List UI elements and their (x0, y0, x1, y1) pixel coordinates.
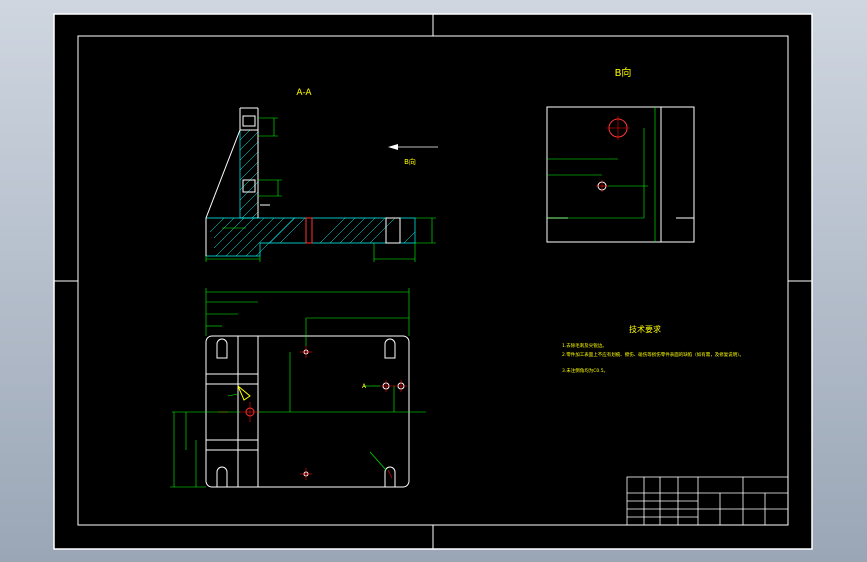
drawing-sheet: A-A B向 B向 A 技术要求 1.去除毛刺及尖锐边。 2.零件加工表面上不应… (53, 13, 813, 550)
view-b-title: B向 (615, 66, 632, 79)
requirement-1: 1.去除毛刺及尖锐边。 (562, 342, 607, 349)
requirement-3: 3.未注倒角均为C0.5。 (562, 367, 608, 374)
requirement-2: 2.零件加工表面上不应有划痕、擦伤、碰伤等损伤零件表面的缺陷（如有需，及修复说明… (562, 351, 744, 358)
requirements-title: 技术要求 (629, 324, 661, 334)
paper-background (53, 13, 813, 550)
arrow-label: B向 (404, 157, 416, 166)
section-title: A-A (296, 88, 312, 98)
